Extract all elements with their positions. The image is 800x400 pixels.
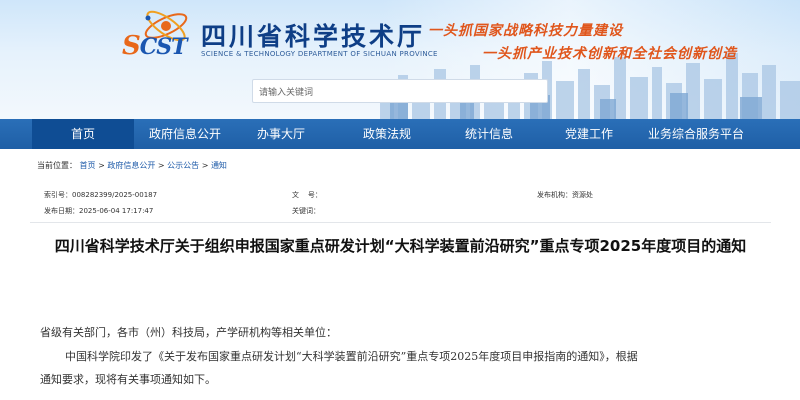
- nav-item-gov-info[interactable]: 政府信息公开: [134, 119, 236, 149]
- slogan-line-1: 一头抓国家战略科技力量建设: [428, 23, 623, 39]
- breadcrumb: 当前位置： 首页 > 政府信息公开 > 公示公告 > 通知: [37, 160, 227, 171]
- document-meta: 索引号：008282399/2025-00187 发布日期：2025-06-04…: [30, 181, 771, 223]
- breadcrumb-prefix: 当前位置：: [37, 161, 77, 170]
- breadcrumb-link-notices[interactable]: 公示公告: [167, 161, 199, 170]
- meta-issuer-value: 资源处: [572, 191, 593, 199]
- meta-index-value: 008282399/2025-00187: [72, 191, 158, 199]
- nav-item-statistics[interactable]: 统计信息: [438, 119, 540, 149]
- search-input[interactable]: [253, 82, 539, 104]
- nav-item-party-building[interactable]: 党建工作: [538, 119, 640, 149]
- site-subtitle: SCIENCE & TECHNOLOGY DEPARTMENT OF SICHU…: [201, 50, 438, 58]
- nav-item-service-hall[interactable]: 办事大厅: [230, 119, 332, 149]
- logo-wordmark: SCST: [122, 31, 188, 61]
- meta-date-label: 发布日期：: [44, 207, 79, 215]
- meta-keywords-label: 关键词：: [292, 207, 320, 215]
- nav-item-service-platform[interactable]: 业务综合服务平台: [636, 119, 756, 149]
- meta-index: 索引号：008282399/2025-00187: [44, 190, 157, 200]
- article-paragraph: 通知要求，现将有关事项通知如下。: [40, 373, 216, 386]
- meta-issuer: 发布机构：资源处: [537, 190, 593, 200]
- meta-date-value: 2025-06-04 17:17:47: [79, 207, 154, 215]
- breadcrumb-link-home[interactable]: 首页: [80, 161, 96, 170]
- article-title: 四川省科学技术厅关于组织申报国家重点研发计划“大科学装置前沿研究”重点专项202…: [54, 237, 747, 255]
- nav-item-home[interactable]: 首页: [32, 119, 134, 149]
- breadcrumb-separator: >: [157, 161, 165, 170]
- breadcrumb-link-gov-info[interactable]: 政府信息公开: [107, 161, 155, 170]
- breadcrumb-separator: >: [98, 161, 105, 170]
- header-banner: SCST 四川省科学技术厅 SCIENCE & TECHNOLOGY DEPAR…: [0, 0, 800, 119]
- meta-index-label: 索引号：: [44, 191, 72, 199]
- meta-date: 发布日期：2025-06-04 17:17:47: [44, 206, 153, 216]
- nav-item-policies[interactable]: 政策法规: [336, 119, 438, 149]
- breadcrumb-link-notification[interactable]: 通知: [211, 161, 227, 170]
- site-title: 四川省科学技术厅: [201, 22, 426, 51]
- article-paragraph: 省级有关部门，各市（州）科技局，产学研机构等相关单位：: [40, 326, 337, 339]
- meta-issuer-label: 发布机构：: [537, 191, 572, 199]
- breadcrumb-separator: >: [201, 161, 209, 170]
- main-nav: 首页 政府信息公开 办事大厅 政策法规 统计信息 党建工作 业务综合服务平台: [0, 119, 800, 149]
- slogan-line-2: 一头抓产业技术创新和全社会创新创造: [482, 46, 737, 62]
- article-paragraph: 中国科学院印发了《关于发布国家重点研发计划“大科学装置前沿研究”重点专项2025…: [65, 350, 638, 363]
- meta-docno-label: 文 号：: [292, 191, 322, 199]
- search-box: [252, 79, 548, 104]
